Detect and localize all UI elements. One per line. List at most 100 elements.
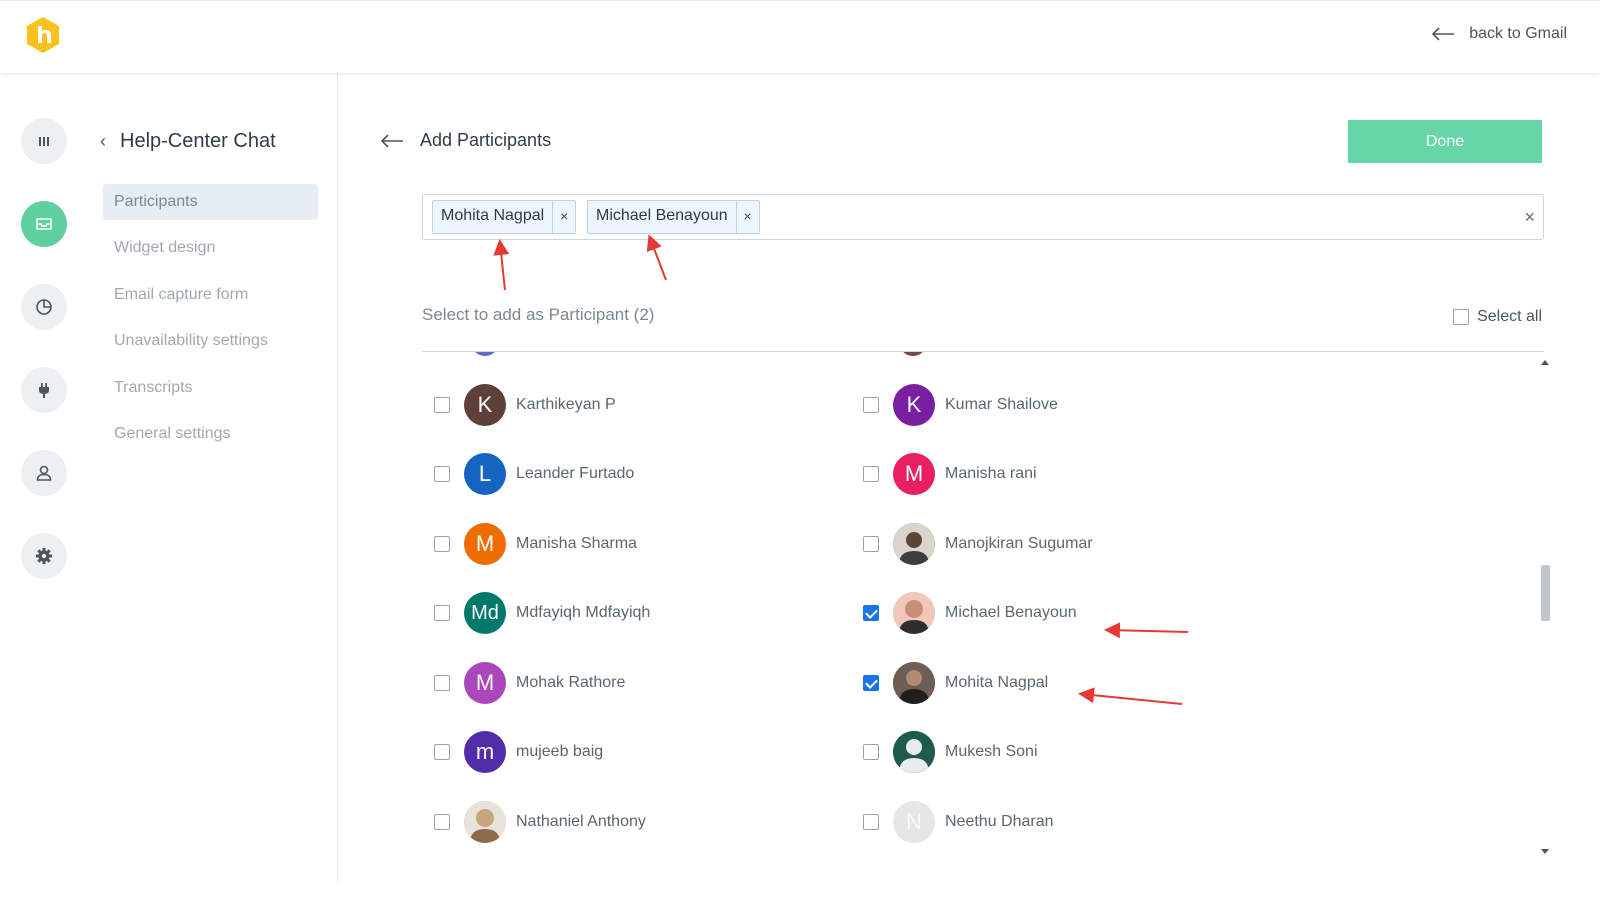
checkbox[interactable] — [863, 744, 879, 760]
scroll-down-arrow-icon[interactable] — [1541, 849, 1549, 854]
avatar: M — [464, 523, 506, 565]
select-all-label: Select all — [1477, 308, 1542, 325]
checkbox[interactable] — [434, 466, 450, 482]
subnav-item-email-capture-form[interactable]: Email capture form — [103, 277, 303, 313]
scroll-thumb[interactable] — [1541, 565, 1550, 621]
list-item[interactable]: M Manisha Sharma — [434, 523, 637, 565]
avatar: m — [464, 731, 506, 773]
list-item[interactable]: N Neethu Dharan — [863, 801, 1054, 843]
avatar-photo — [464, 801, 506, 843]
tag-mohita-nagpal: Mohita Nagpal × — [432, 200, 577, 234]
checkbox[interactable] — [434, 605, 450, 621]
back-to-gmail-label: back to Gmail — [1469, 25, 1567, 42]
page-header: Add Participants — [380, 130, 551, 151]
avatar — [900, 352, 926, 356]
checkbox-checked[interactable] — [863, 675, 879, 691]
participant-name: Mdfayiqh Mdfayiqh — [516, 604, 651, 621]
subnav-item-general-settings[interactable]: General settings — [103, 416, 303, 452]
tag-label: Mohita Nagpal — [441, 207, 545, 224]
participant-name: Kumar Shailove — [945, 396, 1058, 413]
checkbox[interactable] — [1453, 309, 1470, 325]
list-item[interactable]: Mukesh Soni — [863, 731, 1038, 773]
checkbox[interactable] — [863, 536, 879, 552]
checkbox[interactable] — [434, 744, 450, 760]
rail-analytics-button[interactable] — [21, 118, 67, 164]
page-title: Add Participants — [420, 130, 552, 150]
bar-chart-icon — [39, 137, 49, 146]
tag-remove-icon[interactable]: × — [735, 201, 759, 233]
subnav-item-transcripts[interactable]: Transcripts — [103, 370, 303, 406]
subnav-item-unavailability-settings[interactable]: Unavailability settings — [103, 323, 303, 359]
done-button[interactable]: Done — [1348, 120, 1542, 163]
rail-settings-button[interactable] — [21, 533, 67, 579]
section-label: Select to add as Participant (2) — [422, 305, 655, 324]
checkbox[interactable] — [434, 397, 450, 413]
list-item[interactable]: K Karthikeyan P — [434, 384, 616, 426]
list-item[interactable]: Mohita Nagpal — [863, 662, 1048, 704]
clear-all-icon[interactable]: × — [1524, 207, 1535, 228]
avatar-photo — [893, 523, 935, 565]
icon-rail — [0, 72, 90, 901]
list-item[interactable]: K Kumar Shailove — [863, 384, 1058, 426]
tag-label: Michael Benayoun — [596, 207, 728, 224]
avatar: L — [464, 453, 506, 495]
subnav-item-widget-design[interactable]: Widget design — [103, 230, 303, 266]
participant-tag-input[interactable]: Mohita Nagpal × Michael Benayoun × × — [422, 194, 1544, 240]
avatar: Md — [464, 592, 506, 634]
chevron-left-icon[interactable]: ‹ — [100, 131, 106, 152]
select-all-checkbox[interactable]: Select all — [1453, 308, 1542, 326]
avatar: M — [464, 662, 506, 704]
subnav-title: ‹ Help-Center Chat — [100, 130, 276, 153]
rail-reports-button[interactable] — [21, 284, 67, 330]
person-photo-icon — [464, 801, 506, 843]
list-item[interactable]: Michael Benayoun — [863, 592, 1077, 634]
list-item[interactable]: L Leander Furtado — [434, 453, 634, 495]
person-photo-icon — [893, 523, 935, 565]
pie-chart-icon — [36, 299, 52, 315]
checkbox-checked[interactable] — [863, 605, 879, 621]
participant-name: mujeeb baig — [516, 743, 604, 760]
list-item[interactable]: Manojkiran Sugumar — [863, 523, 1093, 565]
checkbox[interactable] — [863, 397, 879, 413]
person-photo-icon — [893, 592, 935, 634]
tag-remove-icon[interactable]: × — [552, 201, 575, 233]
participant-name: Manisha Sharma — [516, 535, 637, 552]
subnav-item-participants[interactable]: Participants — [103, 184, 318, 220]
checkbox[interactable] — [434, 536, 450, 552]
checkbox[interactable] — [863, 814, 879, 830]
list-item[interactable]: Nathaniel Anthony — [434, 801, 646, 843]
list-item[interactable]: Md Mdfayiqh Mdfayiqh — [434, 592, 650, 634]
main-panel: Add Participants Done Mohita Nagpal × Mi… — [338, 72, 1600, 901]
top-bar: back to Gmail — [0, 0, 1600, 73]
channel-title: Help-Center Chat — [120, 130, 276, 152]
avatar: K — [893, 384, 935, 426]
settings-subnav: ‹ Help-Center Chat Participants Widget d… — [90, 72, 338, 882]
list-item[interactable]: M Manisha rani — [863, 453, 1037, 495]
list-scrollbar[interactable] — [1538, 354, 1552, 858]
avatar: K — [464, 384, 506, 426]
participant-name: Michael Benayoun — [945, 604, 1077, 621]
arrow-left-icon — [1432, 27, 1455, 41]
scroll-up-arrow-icon[interactable] — [1541, 360, 1549, 365]
avatar-photo — [893, 592, 935, 634]
gear-icon — [36, 548, 52, 564]
checkbox[interactable] — [434, 814, 450, 830]
rail-users-button[interactable] — [21, 450, 67, 496]
hexagon-logo-icon[interactable] — [23, 15, 63, 55]
back-to-gmail-link[interactable]: back to Gmail — [1431, 25, 1567, 43]
arrow-left-icon[interactable] — [380, 133, 404, 148]
checkbox[interactable] — [434, 675, 450, 691]
list-item[interactable]: m mujeeb baig — [434, 731, 603, 773]
avatar-photo — [893, 662, 935, 704]
participant-name: Karthikeyan P — [516, 396, 616, 413]
list-item[interactable]: M Mohak Rathore — [434, 662, 625, 704]
avatar-default — [893, 731, 935, 773]
tag-michael-benayoun: Michael Benayoun × — [587, 200, 760, 234]
user-silhouette-icon — [893, 731, 935, 773]
checkbox[interactable] — [863, 466, 879, 482]
inbox-icon — [36, 218, 52, 230]
user-icon — [36, 465, 52, 481]
person-photo-icon — [893, 662, 935, 704]
rail-integrations-button[interactable] — [21, 367, 67, 413]
rail-inbox-button[interactable] — [21, 201, 67, 247]
